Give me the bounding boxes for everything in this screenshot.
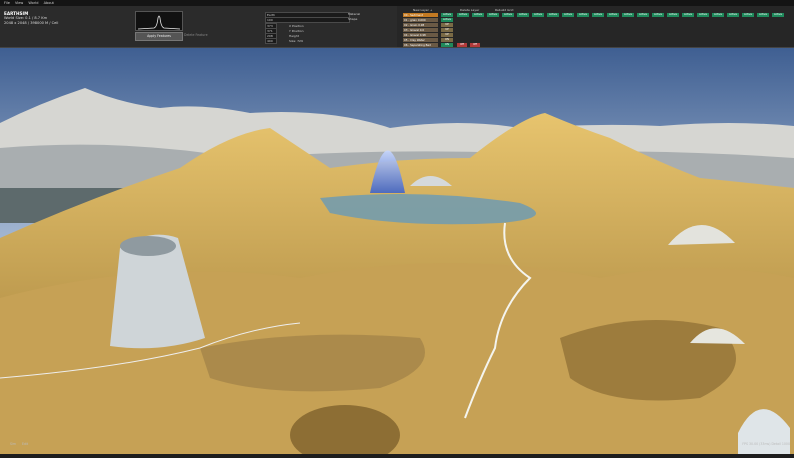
layer-action-chip[interactable]: Active [742, 13, 754, 17]
shape-option[interactable]: Shape [348, 17, 357, 21]
apply-features-button[interactable]: Apply Features [135, 32, 183, 41]
layer-action-chip[interactable]: Active [592, 13, 604, 17]
layer-action-chip[interactable]: Active [727, 13, 739, 17]
layer-action-chip[interactable]: Active [457, 13, 469, 17]
layer-up-button[interactable]: UP [441, 33, 453, 37]
layer-item[interactable]: 03 - Gravel 0.0 [403, 28, 438, 32]
layer-action-chip[interactable]: Active [532, 13, 544, 17]
layer-action-chip[interactable]: Active [577, 13, 589, 17]
layer-on-button[interactable]: ON [441, 43, 453, 47]
fps-readout: FPS 30.00 (33ms) Detail 1000 [742, 442, 790, 446]
layer-up-button[interactable]: UP [441, 23, 453, 27]
layer-action-chip[interactable]: Active [667, 13, 679, 17]
new-layer-button[interactable]: New Layer + [413, 8, 432, 12]
delete-layer-button[interactable]: Delete Layer [460, 8, 479, 12]
layer-active-toggle[interactable]: Active [441, 13, 453, 17]
layer-action-chip[interactable]: Active [547, 13, 559, 17]
layer-action-chip[interactable]: Active [562, 13, 574, 17]
world-resolution: 2048 x 2048 / 398000 M / Cell [4, 21, 59, 25]
layer-active-toggle[interactable]: Active [441, 18, 453, 22]
param-height: 208 Height [265, 33, 299, 39]
layer-action-chip[interactable]: Active [637, 13, 649, 17]
size-label: Size: 729 [289, 39, 303, 43]
layer-action-chip[interactable]: Active [682, 13, 694, 17]
rebuild-grid-button[interactable]: Rebuild Grid [495, 8, 513, 12]
layer-action-chip[interactable]: Active [487, 13, 499, 17]
layer-action-chip[interactable]: Active [772, 13, 784, 17]
param-size: 400 Size: 729 [265, 38, 303, 44]
layer-item[interactable]: 02 - Grain 0.98 [403, 23, 438, 27]
feature-preview [135, 11, 183, 31]
layer-action-chip[interactable]: Active [517, 13, 529, 17]
terrain-render [0, 48, 794, 458]
layers-panel: New Layer + Delete Layer Rebuild Grid 00… [397, 6, 794, 47]
layer-up-button[interactable]: UP [441, 28, 453, 32]
sim-mode-label[interactable]: Sim [10, 442, 16, 446]
delete-feature-button[interactable]: Delete Feature [184, 32, 208, 39]
layer-action-chip[interactable]: Active [622, 13, 634, 17]
layer-action-chip[interactable]: Active [697, 13, 709, 17]
material-option[interactable]: Material [348, 12, 360, 16]
layer-item[interactable]: 05 - Clay Water [403, 38, 438, 42]
edit-mode-label[interactable]: Edit [22, 442, 28, 446]
peak-curve-icon [137, 15, 181, 30]
param-y: 371 Y Position [265, 28, 303, 34]
layer-action-chip[interactable]: Active [502, 13, 514, 17]
layer-action-chip[interactable]: Active [472, 13, 484, 17]
layer-item[interactable]: 01 - grain 0.000 [403, 18, 438, 22]
layer-item[interactable]: 04 - Gravel 0.98 [403, 33, 438, 37]
layer-item[interactable]: 00 - Sediment [403, 13, 438, 17]
world-info: EARTHSIM World Size: 0.1 / 8.7 Km 2048 x… [4, 11, 58, 26]
layer-action-chip[interactable]: Active [712, 13, 724, 17]
layer-action-chip[interactable]: Active [757, 13, 769, 17]
terrain-viewport[interactable]: Sim Edit FPS 30.00 (33ms) Detail 1000 [0, 48, 794, 458]
layer-off-button[interactable]: Off [470, 43, 480, 47]
param-x: 373 X Position [265, 23, 304, 29]
layer-off-button[interactable]: Off [457, 43, 467, 47]
size-input[interactable]: 400 [265, 38, 277, 44]
layer-action-chip[interactable]: Active [652, 13, 664, 17]
layer-item[interactable]: 06 - Separating Bed [403, 43, 438, 47]
layer-on-button[interactable]: ON [441, 38, 453, 42]
layer-action-chip[interactable]: Active [607, 13, 619, 17]
